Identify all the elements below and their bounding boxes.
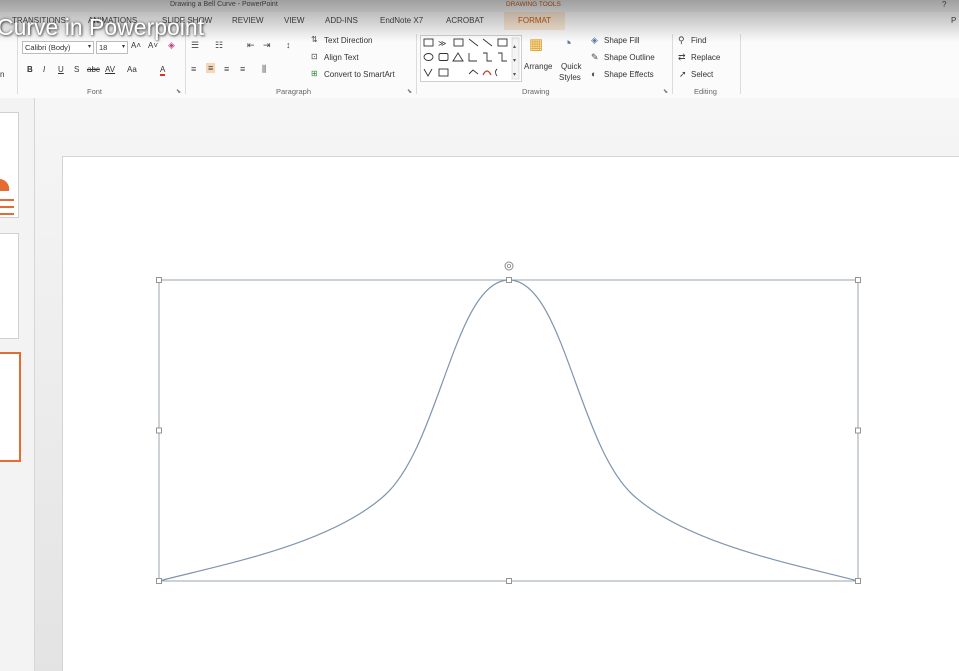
powerpoint-window: Drawing a Bell Curve - PowerPoint DRAWIN… [0,0,959,671]
resize-handle-top-right[interactable] [855,277,861,283]
selected-shape-layer [156,261,861,584]
resize-handle-bottom-center[interactable] [506,578,512,584]
resize-handle-top-center[interactable] [506,277,512,283]
resize-handle-top-left[interactable] [156,277,162,283]
resize-handle-bottom-right[interactable] [855,578,861,584]
resize-handle-middle-right[interactable] [855,427,861,434]
rotate-handle-icon[interactable] [504,261,514,271]
bell-curve-shape[interactable] [158,279,859,582]
resize-handle-middle-left[interactable] [156,427,162,434]
selection-box[interactable] [158,279,859,582]
resize-handle-bottom-left[interactable] [156,578,162,584]
